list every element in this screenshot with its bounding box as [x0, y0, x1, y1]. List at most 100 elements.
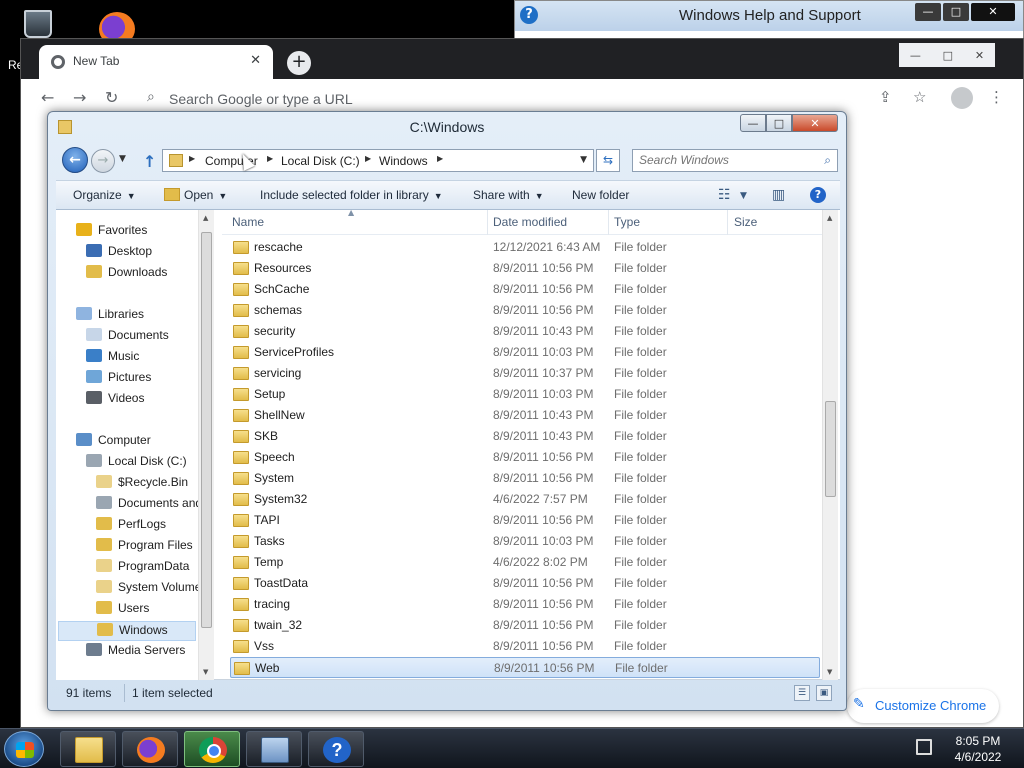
sidebar-item-pictures[interactable]: Pictures — [86, 369, 151, 389]
network-icon[interactable] — [916, 739, 932, 755]
file-row[interactable]: schemas 8/9/2011 10:56 PM File folder — [230, 300, 820, 321]
file-row[interactable]: Temp 4/6/2022 8:02 PM File folder — [230, 552, 820, 573]
sidebar-item-system-volume[interactable]: System Volume — [96, 579, 201, 599]
share-with-button[interactable]: Share with ▼ — [473, 188, 544, 202]
nav-scroll-thumb[interactable] — [201, 232, 212, 628]
breadcrumb-windows[interactable]: Windows — [379, 154, 428, 168]
preview-pane-icon[interactable]: ▥ — [772, 187, 785, 203]
sidebar-item-music[interactable]: Music — [86, 348, 139, 368]
help-button[interactable]: ? — [810, 187, 826, 203]
sidebar-item-users[interactable]: Users — [96, 600, 149, 620]
forward-button[interactable]: → — [91, 149, 115, 173]
sidebar-item-perflogs[interactable]: PerfLogs — [96, 516, 166, 536]
customize-chrome-button[interactable]: ✎ Customize Chrome — [847, 689, 999, 723]
address-dropdown-icon[interactable]: ▼ — [580, 155, 587, 165]
sidebar-item-local-disk-c[interactable]: Local Disk (C:) — [86, 453, 187, 473]
column-date-modified[interactable]: Date modified — [493, 215, 567, 229]
taskbar-control-panel[interactable] — [246, 731, 302, 767]
help-maximize-button[interactable]: □ — [943, 3, 969, 21]
file-row[interactable]: Speech 8/9/2011 10:56 PM File folder — [230, 447, 820, 468]
file-row[interactable]: SchCache 8/9/2011 10:56 PM File folder — [230, 279, 820, 300]
chrome-minimize-button[interactable]: — — [910, 49, 921, 62]
sidebar-item-videos[interactable]: Videos — [86, 390, 144, 410]
scroll-up-icon[interactable]: ▲ — [827, 214, 832, 222]
details-view-icon[interactable]: ☰ — [794, 685, 810, 701]
file-list-scrollbar[interactable]: ▲ ▼ — [822, 210, 838, 680]
scroll-down-icon[interactable]: ▼ — [827, 668, 832, 676]
help-close-button[interactable]: ✕ — [971, 3, 1015, 21]
taskbar-windows-explorer[interactable] — [60, 731, 116, 767]
file-row[interactable]: System32 4/6/2022 7:57 PM File folder — [230, 489, 820, 510]
tab-close-icon[interactable]: ✕ — [250, 53, 261, 68]
sidebar-item-documents-and[interactable]: Documents and — [96, 495, 202, 515]
file-list-scroll-thumb[interactable] — [825, 401, 836, 497]
organize-button[interactable]: Organize ▼ — [73, 188, 136, 202]
new-tab-button[interactable]: + — [287, 51, 311, 75]
caret-down-icon[interactable]: ▼ — [740, 191, 747, 201]
help-window-titlebar[interactable]: ? Windows Help and Support — □ ✕ — [515, 1, 1023, 31]
file-row[interactable]: security 8/9/2011 10:43 PM File folder — [230, 321, 820, 342]
start-button[interactable] — [4, 731, 44, 767]
search-input[interactable] — [639, 153, 809, 167]
sidebar-item-windows[interactable]: Windows — [58, 621, 196, 641]
large-icons-view-icon[interactable]: ▣ — [816, 685, 832, 701]
explorer-close-button[interactable]: ✕ — [792, 114, 838, 132]
breadcrumb-local-disk[interactable]: Local Disk (C:) — [281, 154, 360, 168]
file-row[interactable]: ToastData 8/9/2011 10:56 PM File folder — [230, 573, 820, 594]
chrome-close-button[interactable]: ✕ — [975, 49, 984, 62]
file-row[interactable]: Setup 8/9/2011 10:03 PM File folder — [230, 384, 820, 405]
chrome-menu-icon[interactable]: ⋮ — [989, 88, 1004, 106]
file-row[interactable]: Resources 8/9/2011 10:56 PM File folder — [230, 258, 820, 279]
breadcrumb-chevron-icon[interactable]: ▶ — [189, 154, 195, 163]
refresh-button[interactable]: ⇆ — [596, 149, 620, 172]
file-row[interactable]: Tasks 8/9/2011 10:03 PM File folder — [230, 531, 820, 552]
recent-pages-dropdown-icon[interactable]: ▼ — [119, 154, 126, 164]
view-options-icon[interactable]: ☷ — [718, 187, 731, 203]
breadcrumb-chevron-icon[interactable]: ▶ — [267, 154, 273, 163]
sidebar-item-libraries[interactable]: Libraries — [76, 306, 144, 326]
new-folder-button[interactable]: New folder — [572, 188, 629, 202]
recycle-bin-icon[interactable] — [18, 6, 58, 38]
chrome-maximize-button[interactable]: □ — [943, 49, 953, 62]
tab-new-tab[interactable]: New Tab ✕ — [39, 45, 273, 79]
scroll-up-icon[interactable]: ▲ — [203, 214, 208, 222]
bookmark-star-icon[interactable]: ☆ — [913, 88, 926, 106]
profile-avatar[interactable] — [951, 87, 973, 109]
include-in-library-button[interactable]: Include selected folder in library ▼ — [260, 188, 443, 202]
nav-scrollbar[interactable]: ▲ ▼ — [198, 210, 214, 680]
column-name[interactable]: Name — [232, 215, 264, 229]
sidebar-item-recycle-bin[interactable]: $Recycle.Bin — [96, 474, 188, 494]
file-row[interactable]: SKB 8/9/2011 10:43 PM File folder — [230, 426, 820, 447]
reload-icon[interactable]: ↻ — [105, 88, 118, 107]
taskbar-firefox[interactable] — [122, 731, 178, 767]
file-row[interactable]: TAPI 8/9/2011 10:56 PM File folder — [230, 510, 820, 531]
omnibox[interactable]: ⌕ Search Google or type a URL — [135, 85, 875, 113]
clock[interactable]: 8:05 PM 4/6/2022 — [944, 733, 1012, 765]
file-row[interactable]: ServiceProfiles 8/9/2011 10:03 PM File fol… — [230, 342, 820, 363]
column-size[interactable]: Size — [734, 215, 757, 229]
open-button[interactable]: Open ▼ — [184, 188, 227, 202]
sidebar-item-programdata[interactable]: ProgramData — [96, 558, 189, 578]
back-button[interactable]: ← — [62, 147, 88, 173]
breadcrumb-chevron-icon[interactable]: ▶ — [437, 154, 443, 163]
file-row[interactable]: Web 8/9/2011 10:56 PM File folder — [230, 657, 820, 678]
taskbar-chrome[interactable] — [184, 731, 240, 767]
forward-arrow-icon[interactable]: → — [73, 88, 86, 107]
breadcrumb-chevron-icon[interactable]: ▶ — [365, 154, 371, 163]
explorer-minimize-button[interactable]: — — [740, 114, 766, 132]
up-arrow-icon[interactable]: ↑ — [143, 152, 156, 171]
address-bar[interactable]: ▶ Computer ▶ Local Disk (C:) ▶ Windows ▶… — [162, 149, 594, 172]
file-row[interactable]: System 8/9/2011 10:56 PM File folder — [230, 468, 820, 489]
column-type[interactable]: Type — [614, 215, 640, 229]
file-row[interactable]: tracing 8/9/2011 10:56 PM File folder — [230, 594, 820, 615]
sidebar-item-media-servers[interactable]: Media Servers — [86, 642, 185, 662]
file-row[interactable]: ShellNew 8/9/2011 10:43 PM File folder — [230, 405, 820, 426]
sidebar-item-computer[interactable]: Computer — [76, 432, 151, 452]
file-row[interactable]: Vss 8/9/2011 10:56 PM File folder — [230, 636, 820, 657]
sidebar-item-desktop[interactable]: Desktop — [86, 243, 152, 263]
search-box[interactable]: ⌕ — [632, 149, 838, 172]
file-row[interactable]: rescache 12/12/2021 6:43 AM File folder — [230, 237, 820, 258]
back-arrow-icon[interactable]: ← — [41, 88, 54, 107]
sidebar-item-program-files[interactable]: Program Files — [96, 537, 193, 557]
sidebar-item-documents[interactable]: Documents — [86, 327, 169, 347]
